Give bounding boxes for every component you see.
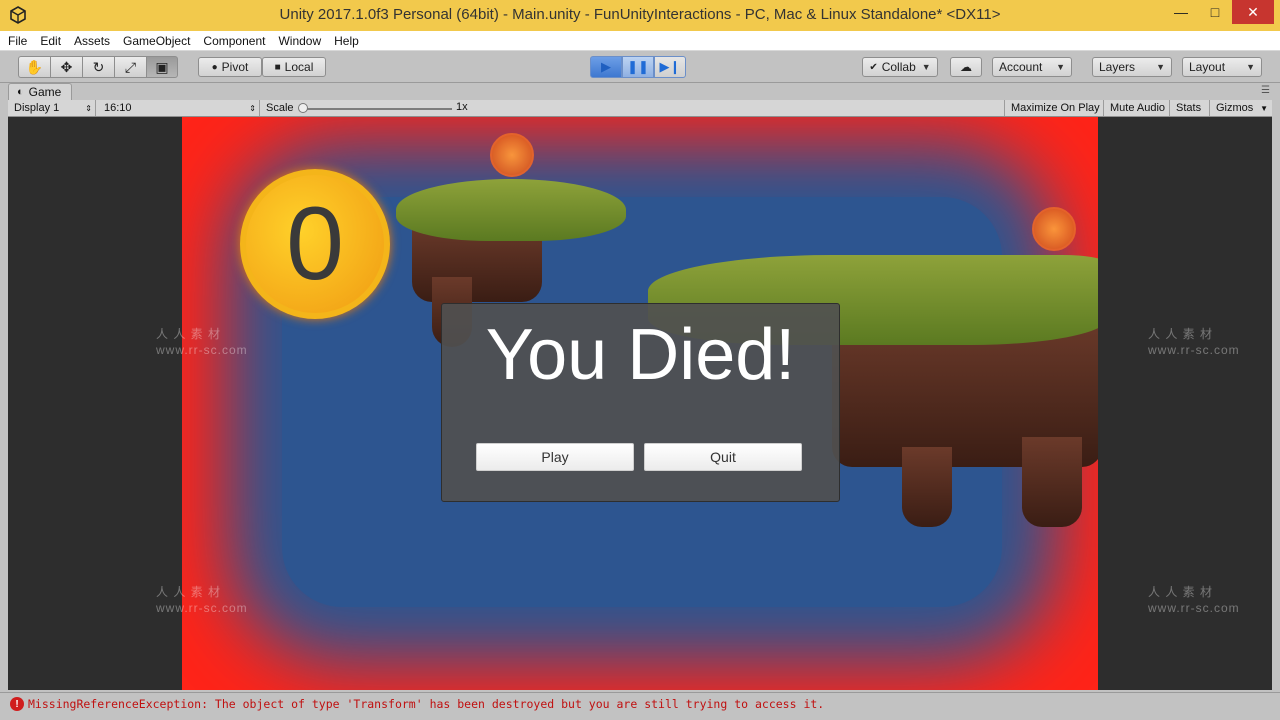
display-label: Display 1 — [14, 102, 60, 114]
local-toggle[interactable]: ■ Local — [262, 57, 326, 77]
menu-component[interactable]: Component — [203, 34, 265, 48]
scale-value: 1x — [456, 101, 468, 113]
game-view-bar: Display 1 ⇕ 16:10 ⇕ Scale 1x Maximize On… — [8, 100, 1272, 117]
error-icon: ! — [10, 697, 24, 711]
account-label: Account — [999, 60, 1043, 74]
main-toolbar: ✋ ✥ ↻ ⤢ ▣ ● Pivot ■ Local ▶ ❚❚ ▶❙ ✔ Coll… — [0, 51, 1280, 83]
close-button[interactable]: ✕ — [1232, 0, 1274, 24]
scale-label: Scale — [266, 102, 294, 114]
tab-game[interactable]: ◐ Game — [8, 83, 72, 100]
coin-icon — [490, 133, 534, 177]
maximize-on-play-toggle[interactable]: Maximize On Play — [1004, 100, 1104, 116]
pause-button-icon[interactable]: ❚❚ — [622, 56, 654, 78]
collab-label: Collab — [881, 60, 916, 74]
collab-dropdown[interactable]: ✔ Collab ▼ — [862, 57, 938, 77]
window-title: Unity 2017.1.0f3 Personal (64bit) - Main… — [279, 6, 1001, 23]
maximize-button[interactable]: □ — [1198, 0, 1232, 24]
coin-icon — [1032, 207, 1076, 251]
scale-tool-icon[interactable]: ⤢ — [114, 56, 146, 78]
gizmos-dropdown[interactable]: Gizmos ▼ — [1210, 100, 1272, 116]
updown-icon: ⇕ — [249, 103, 256, 113]
local-icon: ■ — [274, 61, 281, 73]
game-icon: ◐ — [17, 86, 24, 98]
island-rock-right-spike-1 — [902, 447, 952, 527]
rotate-tool-icon[interactable]: ↻ — [82, 56, 114, 78]
status-bar[interactable]: ! MissingReferenceException: The object … — [0, 692, 1280, 720]
menu-window[interactable]: Window — [278, 34, 321, 48]
local-label: Local — [284, 60, 314, 74]
watermark-url: www.rr-sc.com — [1148, 343, 1240, 357]
score-value: 0 — [286, 186, 344, 302]
tab-game-label: Game — [28, 85, 62, 99]
watermark-text: 人 人 素 材 — [1148, 585, 1214, 599]
pivot-icon: ● — [211, 61, 218, 73]
watermark-url: www.rr-sc.com — [156, 343, 248, 357]
stats-toggle[interactable]: Stats — [1170, 100, 1210, 116]
watermark-text: 人 人 素 材 — [156, 327, 222, 341]
chevron-down-icon: ▼ — [1056, 62, 1065, 72]
chevron-down-icon: ▼ — [1260, 103, 1268, 113]
score-coin: 0 — [240, 169, 390, 319]
title-bar: Unity 2017.1.0f3 Personal (64bit) - Main… — [0, 0, 1280, 31]
gizmos-label: Gizmos — [1216, 102, 1254, 114]
tab-options-icon[interactable]: ☰ — [1261, 85, 1270, 96]
menu-edit[interactable]: Edit — [40, 34, 61, 48]
watermark-text: 人 人 素 材 — [1148, 327, 1214, 341]
watermark-url: www.rr-sc.com — [156, 601, 248, 615]
menu-gameobject[interactable]: GameObject — [123, 34, 190, 48]
island-rock-right-spike-2 — [1022, 437, 1082, 527]
chevron-down-icon: ▼ — [921, 62, 931, 72]
tab-row: ◐ Game ☰ — [0, 83, 1280, 100]
pivot-label: Pivot — [221, 60, 249, 74]
pivot-toggle[interactable]: ● Pivot — [198, 57, 262, 77]
watermark-url: www.rr-sc.com — [1148, 601, 1240, 615]
collab-icon: ✔ — [869, 61, 878, 73]
chevron-down-icon: ▼ — [1246, 62, 1255, 72]
layout-label: Layout — [1189, 60, 1226, 74]
aspect-label: 16:10 — [104, 102, 132, 114]
watermark-text: 人 人 素 材 — [156, 585, 222, 599]
quit-button[interactable]: Quit — [644, 443, 802, 471]
scale-slider-track[interactable] — [304, 108, 452, 110]
game-viewport[interactable]: 0 人 人 素 材 You Died! Play Quit 人 人 素 材 ww… — [8, 117, 1272, 690]
play-controls: ▶ ❚❚ ▶❙ — [590, 56, 686, 78]
chevron-down-icon: ▼ — [1156, 62, 1165, 72]
display-select[interactable]: Display 1 ⇕ — [8, 100, 96, 116]
dialog-title: You Died! — [485, 315, 796, 395]
menu-help[interactable]: Help — [334, 34, 359, 48]
game-screen[interactable]: 0 人 人 素 材 You Died! Play Quit — [182, 117, 1098, 690]
cloud-button[interactable]: ☁ — [950, 57, 982, 77]
menu-assets[interactable]: Assets — [74, 34, 110, 48]
mute-audio-toggle[interactable]: Mute Audio — [1104, 100, 1170, 116]
scale-slider-handle[interactable] — [298, 103, 308, 113]
play-button[interactable]: Play — [476, 443, 634, 471]
menu-file[interactable]: File — [8, 34, 27, 48]
layers-label: Layers — [1099, 60, 1136, 74]
island-grass-left — [396, 179, 626, 241]
aspect-select[interactable]: 16:10 ⇕ — [98, 100, 260, 116]
minimize-button[interactable]: — — [1164, 0, 1198, 24]
hand-tool-icon[interactable]: ✋ — [18, 56, 50, 78]
layout-dropdown[interactable]: Layout ▼ — [1182, 57, 1262, 77]
rect-tool-icon[interactable]: ▣ — [146, 56, 178, 78]
account-dropdown[interactable]: Account ▼ — [992, 57, 1072, 77]
transform-tools: ✋ ✥ ↻ ⤢ ▣ — [18, 56, 178, 78]
menu-bar: File Edit Assets GameObject Component Wi… — [0, 31, 1280, 51]
layers-dropdown[interactable]: Layers ▼ — [1092, 57, 1172, 77]
updown-icon: ⇕ — [85, 103, 92, 113]
play-button-icon[interactable]: ▶ — [590, 56, 622, 78]
error-message[interactable]: MissingReferenceException: The object of… — [28, 697, 824, 711]
move-tool-icon[interactable]: ✥ — [50, 56, 82, 78]
you-died-dialog: You Died! Play Quit — [441, 303, 840, 502]
cloud-icon: ☁ — [960, 60, 972, 74]
step-button-icon[interactable]: ▶❙ — [654, 56, 686, 78]
